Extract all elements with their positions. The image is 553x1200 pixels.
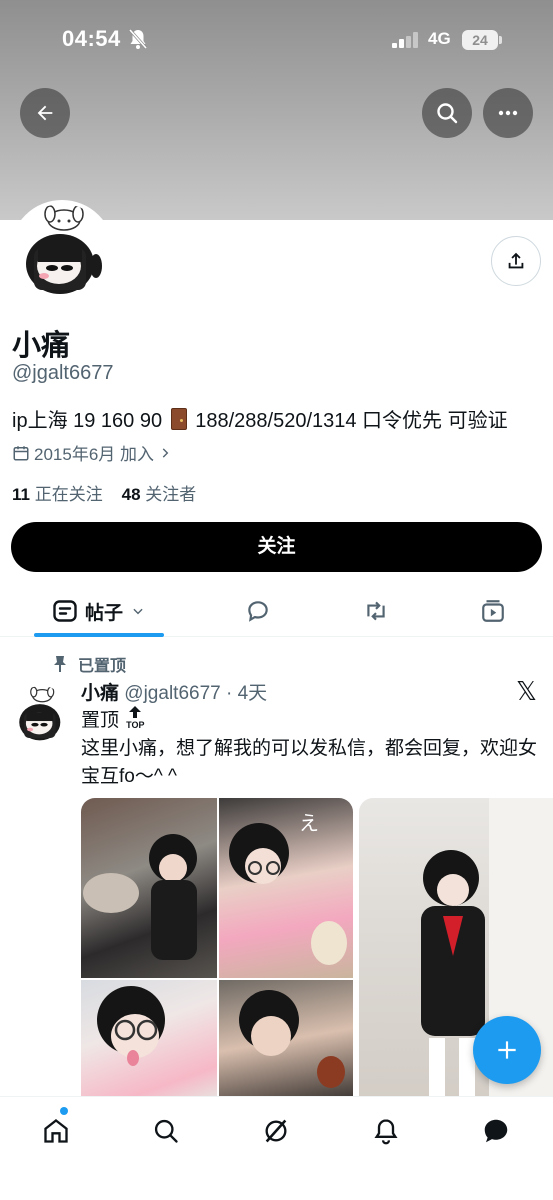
post-photo-4[interactable] — [219, 980, 353, 1100]
battery-indicator: 24 — [462, 30, 498, 50]
tab-posts-label: 帖子 — [84, 602, 123, 624]
profile-bio: ip上海 19 160 90 188/288/520/1314 口令优先 可验证 — [12, 404, 508, 433]
signal-icon — [392, 32, 418, 48]
tab-replies[interactable] — [238, 585, 278, 637]
followers-count: 48 — [121, 485, 141, 504]
posts-icon — [53, 600, 77, 622]
pinned-label: 已置顶 — [78, 658, 127, 675]
pinned-indicator: 已置顶 — [52, 652, 126, 676]
nav-grok[interactable] — [256, 1111, 296, 1151]
profile-avatar[interactable] — [10, 200, 114, 304]
bell-off-icon — [128, 28, 148, 55]
compose-button[interactable] — [473, 1016, 541, 1084]
status-time: 04:54 — [62, 26, 121, 51]
grok-icon — [265, 1119, 287, 1143]
nav-notifications[interactable] — [366, 1111, 406, 1151]
bio-prefix: ip上海 19 160 90 — [12, 410, 163, 432]
home-notification-dot — [60, 1107, 68, 1115]
reply-icon — [248, 601, 268, 622]
bottom-navigation — [0, 1096, 553, 1200]
profile-tabs: 帖子 — [0, 585, 553, 637]
post-time: · 4天 — [226, 683, 268, 704]
post-header: 小痛 @jgalt6677 · 4天 — [81, 678, 267, 705]
pin-title: 置顶 — [81, 710, 120, 731]
search-icon — [154, 1119, 178, 1143]
tab-posts[interactable]: 帖子 — [34, 585, 164, 637]
status-bar: 04:54 4G 24 — [0, 22, 553, 62]
joined-label: 2015年6月 加入 — [34, 445, 154, 464]
post-author-handle: @jgalt6677 — [124, 683, 221, 704]
following-link[interactable]: 11 正在关注 — [12, 485, 103, 504]
follow-button[interactable]: 关注 — [11, 522, 542, 572]
tab-active-indicator — [34, 633, 164, 637]
top-badge: TOP — [124, 706, 146, 730]
joined-date[interactable]: 2015年6月 加入 — [12, 440, 172, 465]
arrow-left-icon — [37, 105, 53, 121]
svg-text:え: え — [299, 811, 319, 835]
repost-icon — [367, 601, 385, 621]
post-photo-2[interactable]: え — [219, 798, 353, 978]
video-icon — [482, 600, 504, 622]
nav-home[interactable] — [36, 1111, 76, 1151]
top-badge-label: TOP — [126, 720, 145, 730]
bio-suffix: 188/288/520/1314 口令优先 可验证 — [195, 410, 508, 432]
followers-link[interactable]: 48 关注者 — [122, 485, 197, 504]
post-text: 置顶 TOP 这里小痛，想了解我的可以发私信，都会回复，欢迎女宝互fo～^ ^ — [81, 706, 541, 791]
follow-stats: 11 正在关注 48 关注者 — [12, 480, 196, 505]
more-button[interactable] — [483, 88, 533, 138]
share-button[interactable] — [491, 236, 541, 286]
tab-media[interactable] — [473, 585, 513, 637]
x-logo-icon: 𝕏 — [516, 677, 537, 707]
post-author-avatar[interactable] — [12, 686, 70, 744]
pin-icon — [54, 656, 66, 672]
tab-reposts[interactable] — [356, 585, 396, 637]
post-author-name[interactable]: 小痛 — [81, 683, 119, 704]
back-button[interactable] — [20, 88, 70, 138]
profile-name: 小痛 — [12, 330, 71, 362]
battery-tip — [499, 36, 502, 44]
door-icon — [170, 408, 187, 430]
calendar-icon — [13, 445, 29, 460]
followers-label: 关注者 — [145, 485, 197, 504]
arrow-up-icon — [129, 706, 142, 718]
following-count: 11 — [12, 485, 30, 504]
more-icon — [498, 110, 518, 116]
share-icon — [508, 252, 524, 269]
search-button[interactable] — [422, 88, 472, 138]
nav-messages[interactable] — [476, 1111, 516, 1151]
network-type: 4G — [428, 29, 451, 48]
home-icon — [44, 1119, 68, 1143]
chevron-down-icon — [133, 608, 143, 615]
profile-handle: @jgalt6677 — [12, 362, 114, 384]
bell-icon — [374, 1119, 398, 1145]
following-label: 正在关注 — [34, 485, 103, 504]
chevron-right-icon — [162, 447, 169, 458]
post-photo-3[interactable] — [81, 980, 217, 1100]
post-photo-1[interactable] — [81, 798, 217, 978]
search-icon — [437, 103, 458, 124]
plus-icon — [498, 1041, 516, 1059]
chat-icon — [484, 1119, 508, 1143]
nav-search[interactable] — [146, 1111, 186, 1151]
post-body: 这里小痛，想了解我的可以发私信，都会回复，欢迎女宝互fo～^ ^ — [81, 738, 538, 787]
